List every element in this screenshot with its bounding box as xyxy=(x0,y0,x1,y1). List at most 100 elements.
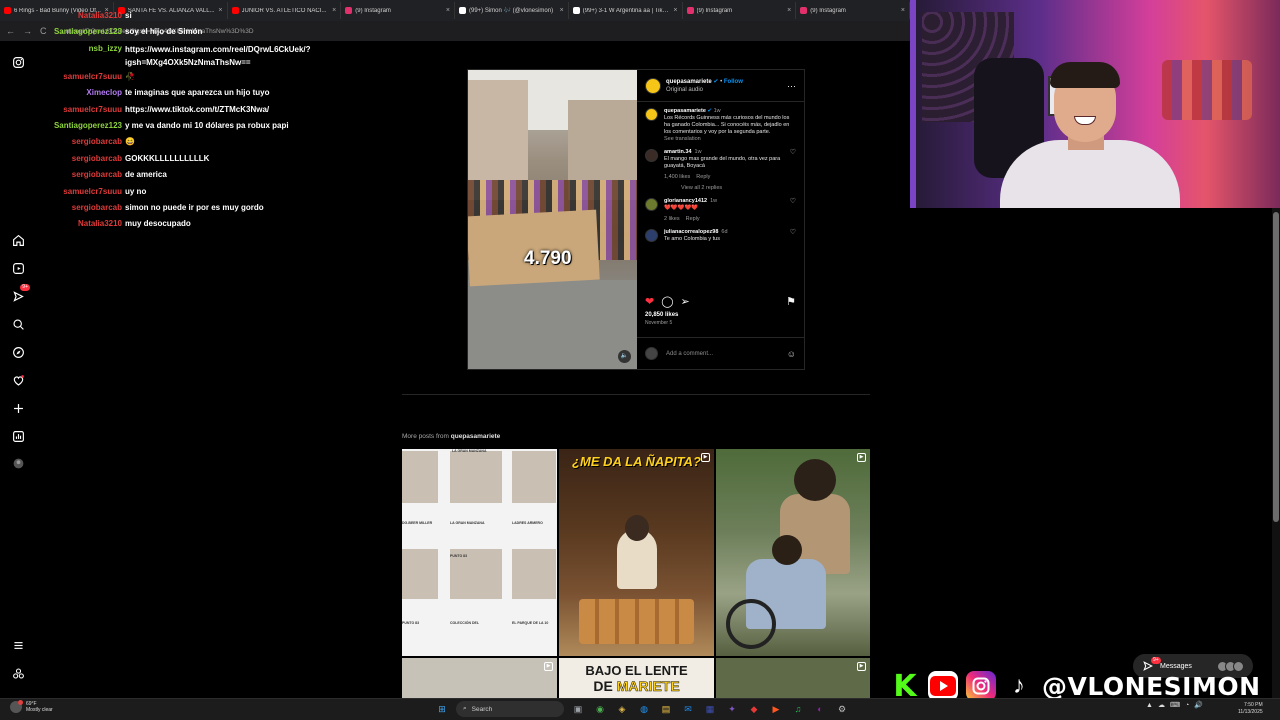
chat-username[interactable]: Santiagoperez123 xyxy=(36,24,125,40)
grid-post-5[interactable]: BAJO EL LENTE DE MARIETE xyxy=(559,658,714,698)
reel-video[interactable]: 4.790 🔈 xyxy=(468,70,637,369)
back-icon[interactable]: ← xyxy=(6,26,15,36)
scrollbar-thumb[interactable] xyxy=(1273,212,1279,522)
close-icon[interactable]: × xyxy=(446,7,450,14)
likes-count[interactable]: 20,850 likes xyxy=(645,312,796,318)
commenter-avatar[interactable] xyxy=(645,229,658,242)
like-icon[interactable]: ❤ xyxy=(645,295,654,308)
caption-username[interactable]: quepasamariete xyxy=(664,108,706,114)
grid-post-4[interactable]: ▶ xyxy=(402,658,557,698)
reply-button[interactable]: Reply xyxy=(696,174,710,180)
chat-username[interactable]: samuelcr7suuu xyxy=(36,184,125,200)
browser-tab[interactable]: (9) Instagram × xyxy=(796,2,910,19)
start-icon[interactable]: ⊞ xyxy=(434,701,450,717)
comment-username[interactable]: julianacorrealopez98 xyxy=(664,229,718,235)
add-comment-input[interactable]: Add a comment... xyxy=(666,351,713,357)
compass-icon[interactable] xyxy=(10,344,26,360)
clock[interactable]: 7:50 PM 11/13/2025 xyxy=(1238,702,1263,716)
taskbar-app-icon[interactable]: ▶ xyxy=(768,701,784,717)
search-icon[interactable] xyxy=(10,316,26,332)
chat-username[interactable]: sergiobarcab xyxy=(36,167,125,183)
comment-username[interactable]: amartin.34 xyxy=(664,149,692,155)
follow-button[interactable]: Follow xyxy=(724,79,743,85)
caption-avatar[interactable] xyxy=(645,108,658,121)
heart-icon[interactable] xyxy=(10,372,26,388)
author-username[interactable]: quepasamariete xyxy=(666,79,712,85)
close-icon[interactable]: × xyxy=(560,7,564,14)
tray-icon[interactable]: 🔊 xyxy=(1194,701,1203,709)
close-icon[interactable]: × xyxy=(673,7,677,14)
home-icon[interactable] xyxy=(10,232,26,248)
chat-username[interactable]: Ximeclop xyxy=(36,85,125,101)
grid-post-1[interactable]: LA GRAN MANZANA DG-BEER MILLER LA GRAN MAN… xyxy=(402,449,557,656)
taskbar-app-icon[interactable]: ✦ xyxy=(724,701,740,717)
taskbar-app-icon[interactable]: ◐ xyxy=(812,701,828,717)
browser-tab[interactable]: (9) Instagram × xyxy=(683,2,797,19)
chat-username[interactable]: samuelcr7suuu xyxy=(36,69,125,85)
comment-like-icon[interactable]: ♡ xyxy=(790,198,796,223)
grid-post-2[interactable]: ¿ME DA LA ÑAPITA? ▶ xyxy=(559,449,714,656)
chat-username[interactable]: Santiagoperez123 xyxy=(36,118,125,134)
audio-label[interactable]: Original audio xyxy=(666,86,743,94)
system-tray: ▲ ☁ ⌨ ◔ 🔊 xyxy=(1146,701,1203,710)
author-avatar[interactable] xyxy=(645,77,661,94)
mute-icon[interactable]: 🔈 xyxy=(618,350,631,363)
chat-username[interactable]: sergiobarcab xyxy=(36,134,125,150)
comment-like-icon[interactable]: ♡ xyxy=(790,149,796,181)
comment-username[interactable]: glorianancy1412 xyxy=(664,198,707,204)
comment-likes[interactable]: 1,400 likes xyxy=(664,174,690,180)
view-replies-link[interactable]: View all 2 replies xyxy=(681,185,796,192)
chat-username[interactable]: sergiobarcab xyxy=(36,151,125,167)
forward-icon[interactable]: → xyxy=(23,26,32,36)
weather-widget[interactable]: 69°F Mostly clear xyxy=(10,700,53,713)
dashboard-icon[interactable] xyxy=(10,428,26,444)
share-icon[interactable]: ➢ xyxy=(681,295,690,308)
threads-icon[interactable] xyxy=(10,665,26,681)
emoji-icon[interactable]: ☺ xyxy=(787,349,796,359)
profile-icon[interactable] xyxy=(10,455,26,471)
close-icon[interactable]: × xyxy=(901,7,905,14)
save-icon[interactable]: ⚑ xyxy=(786,295,796,308)
close-icon[interactable]: × xyxy=(787,7,791,14)
taskbar-app-icon[interactable]: ◍ xyxy=(636,701,652,717)
commenter-avatar[interactable] xyxy=(645,149,658,162)
chat-username[interactable]: samuelcr7suuu xyxy=(36,102,125,118)
taskbar-app-icon[interactable]: ⚙ xyxy=(834,701,850,717)
taskbar-app-icon[interactable]: ▦ xyxy=(702,701,718,717)
explore-icon[interactable]: 9+ xyxy=(10,284,30,304)
taskbar-app-icon[interactable]: ◆ xyxy=(746,701,762,717)
taskbar-app-icon[interactable]: ▣ xyxy=(570,701,586,717)
chat-username[interactable]: sergiobarcab xyxy=(36,200,125,216)
comment-like-icon[interactable]: ♡ xyxy=(790,229,796,243)
grid-post-3[interactable]: ▶ xyxy=(716,449,870,656)
page-scrollbar[interactable] xyxy=(1272,208,1280,698)
reels-icon[interactable] xyxy=(10,260,26,276)
chat-username[interactable]: nsb_izzy xyxy=(36,41,125,69)
chat-text: de america xyxy=(125,170,167,180)
commenter-avatar[interactable] xyxy=(645,198,658,211)
instagram-icon[interactable] xyxy=(10,54,26,70)
browser-tab[interactable]: (99+) 3-1 W Argentina aa | TikT... × xyxy=(569,2,683,19)
more-posts-username[interactable]: quepasamariete xyxy=(451,433,501,440)
chat-username[interactable]: Natalia3210 xyxy=(36,216,125,232)
tray-icon[interactable]: ☁ xyxy=(1158,701,1165,709)
comment-icon[interactable]: ◯ xyxy=(661,295,673,308)
taskbar-search[interactable]: ⌕ Search xyxy=(456,701,564,717)
tray-icon[interactable]: ⌨ xyxy=(1170,701,1180,709)
taskbar-app-icon[interactable]: ✉ xyxy=(680,701,696,717)
see-translation-link[interactable]: See translation xyxy=(664,136,796,143)
chat-username[interactable]: Natalia3210 xyxy=(36,8,125,24)
taskbar-app-icon[interactable]: ▤ xyxy=(658,701,674,717)
taskbar-app-icon[interactable]: ♫ xyxy=(790,701,806,717)
grid-post-6[interactable]: ▶ xyxy=(716,658,870,698)
taskbar-app-icon[interactable]: ◈ xyxy=(614,701,630,717)
menu-icon[interactable] xyxy=(10,637,26,653)
browser-tab[interactable]: (99+) Simon 🎶 (@vlonesimon) × xyxy=(455,2,569,19)
create-icon[interactable] xyxy=(10,400,26,416)
tray-icon[interactable]: ▲ xyxy=(1146,702,1153,709)
taskbar-app-icon[interactable]: ◉ xyxy=(592,701,608,717)
reply-button[interactable]: Reply xyxy=(686,216,700,222)
comment-likes[interactable]: 2 likes xyxy=(664,216,680,222)
tray-icon[interactable]: ◔ xyxy=(1185,702,1189,709)
more-options-icon[interactable]: ··· xyxy=(787,81,796,91)
